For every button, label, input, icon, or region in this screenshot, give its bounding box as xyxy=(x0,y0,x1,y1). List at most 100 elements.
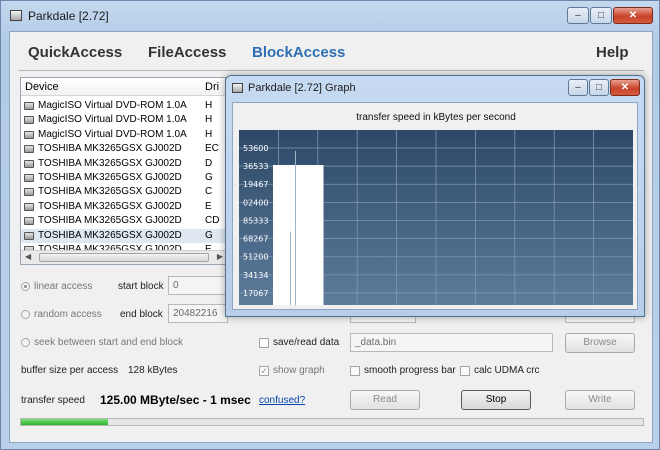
progress-bar xyxy=(20,418,644,426)
device-name: MagicISO Virtual DVD-ROM 1.0A xyxy=(38,114,187,126)
random-access-radio[interactable] xyxy=(21,310,30,319)
device-drive: G xyxy=(205,172,213,183)
y-tick-label: 53600 xyxy=(243,144,268,153)
device-row[interactable]: MagicISO Virtual DVD-ROM 1.0A H xyxy=(21,113,225,127)
stop-button[interactable]: Stop xyxy=(461,390,531,410)
scroll-right-icon[interactable]: ▶ xyxy=(217,252,223,261)
speed-bar xyxy=(318,165,324,305)
read-button[interactable]: Read xyxy=(350,390,420,410)
device-drive: H xyxy=(205,100,213,111)
linear-access-label: linear access xyxy=(34,281,93,292)
drive-icon xyxy=(24,130,34,139)
save-read-data-checkbox[interactable] xyxy=(259,338,269,348)
y-tick-label: 19467 xyxy=(243,180,268,189)
smooth-progress-checkbox[interactable] xyxy=(350,366,360,376)
graph-client-area: transfer speed in kBytes per second 5360… xyxy=(232,102,638,310)
random-access-label: random access xyxy=(34,309,102,320)
device-name: TOSHIBA MK3265GSX GJ002D xyxy=(38,215,182,227)
device-row[interactable]: TOSHIBA MK3265GSX GJ002D G xyxy=(21,171,225,185)
drive-icon xyxy=(24,102,34,110)
browse-button[interactable]: Browse xyxy=(565,333,635,353)
y-tick-label: 17067 xyxy=(243,289,268,298)
graph-close-button[interactable]: ✕ xyxy=(610,79,640,96)
seek-radio[interactable] xyxy=(21,338,30,347)
speed-bar xyxy=(298,165,304,305)
device-name: TOSHIBA MK3265GSX GJ002D xyxy=(38,157,182,169)
column-drive[interactable]: Dri xyxy=(205,81,219,93)
drive-icon xyxy=(24,116,34,125)
y-tick-label: 36533 xyxy=(243,162,268,171)
main-window: Parkdale [2.72] – □ ✕ QuickAccess FileAc… xyxy=(0,0,660,450)
end-block-field[interactable]: 20482216 xyxy=(168,304,228,323)
start-block-label: start block xyxy=(118,281,164,292)
graph-window[interactable]: Parkdale [2.72] Graph – □ ✕ transfer spe… xyxy=(225,75,645,317)
device-row[interactable]: TOSHIBA MK3265GSX GJ002D C xyxy=(21,185,225,199)
device-row[interactable]: TOSHIBA MK3265GSX GJ002D EC xyxy=(21,142,225,156)
write-button[interactable]: Write xyxy=(565,390,635,410)
device-row[interactable]: MagicISO Virtual DVD-ROM 1.0A H xyxy=(21,128,225,142)
calc-udma-checkbox[interactable] xyxy=(460,366,470,376)
device-name: MagicISO Virtual DVD-ROM 1.0A xyxy=(38,128,187,140)
graph-caption: transfer speed in kBytes per second xyxy=(356,112,516,123)
drive-icon xyxy=(24,231,34,240)
graph-minimize-button[interactable]: – xyxy=(568,79,588,96)
device-drive: D xyxy=(205,157,213,169)
file-name-field[interactable]: _data.bin xyxy=(350,333,553,352)
device-name: TOSHIBA MK3265GSX GJ002D xyxy=(38,143,182,155)
transfer-speed-value: 125.00 MByte/sec - 1 msec xyxy=(100,393,251,407)
device-drive: C xyxy=(205,186,213,198)
drive-icon xyxy=(24,217,34,226)
confused-link[interactable]: confused? xyxy=(259,395,305,406)
show-graph-checkbox[interactable]: ✓ xyxy=(259,366,269,376)
device-drive: H xyxy=(205,128,213,140)
app-icon xyxy=(10,10,22,21)
menu-quick-access[interactable]: QuickAccess xyxy=(28,44,122,61)
speed-bar xyxy=(308,165,314,305)
device-name: MagicISO Virtual DVD-ROM 1.0A xyxy=(38,100,187,111)
device-drive: EC xyxy=(205,143,219,155)
device-list-header: Device Dri xyxy=(21,78,225,96)
horizontal-scrollbar[interactable]: ◀ ▶ xyxy=(21,250,225,264)
menu-block-access[interactable]: BlockAccess xyxy=(252,44,345,61)
device-row[interactable]: TOSHIBA MK3265GSX GJ002D E xyxy=(21,200,225,214)
menu-help[interactable]: Help xyxy=(596,44,629,61)
y-tick-label: 34134 xyxy=(243,271,268,280)
linear-access-radio[interactable] xyxy=(21,282,30,291)
graph-maximize-button[interactable]: □ xyxy=(589,79,609,96)
device-row[interactable]: TOSHIBA MK3265GSX GJ002D CD xyxy=(21,214,225,228)
device-list[interactable]: Device Dri MagicISO Virtual DVD-ROM 1.0A… xyxy=(20,77,226,265)
buffer-size-label: buffer size per access xyxy=(21,365,119,376)
device-drive: CD xyxy=(205,215,220,227)
drive-icon xyxy=(24,145,34,154)
speed-bar xyxy=(303,165,309,305)
drive-icon xyxy=(24,188,34,197)
device-drive: E xyxy=(205,200,212,212)
speed-bar xyxy=(273,165,279,305)
device-row[interactable]: TOSHIBA MK3265GSX GJ002D D xyxy=(21,157,225,171)
scroll-left-icon[interactable]: ◀ xyxy=(25,252,31,261)
start-block-field[interactable]: 0 xyxy=(168,276,228,295)
column-device[interactable]: Device xyxy=(25,81,59,93)
menu-file-access[interactable]: FileAccess xyxy=(148,44,226,61)
device-drive: G xyxy=(205,229,213,241)
device-name: TOSHIBA MK3265GSX GJ002D xyxy=(38,229,182,241)
minimize-button[interactable]: – xyxy=(567,7,589,24)
y-tick-label: 02400 xyxy=(243,198,268,207)
speed-bar xyxy=(278,165,284,305)
device-row[interactable]: TOSHIBA MK3265GSX GJ002D G xyxy=(21,228,225,243)
device-name: TOSHIBA MK3265GSX GJ002D xyxy=(38,172,182,183)
close-button[interactable]: ✕ xyxy=(613,7,653,24)
speed-bar xyxy=(313,165,319,305)
speed-bar xyxy=(283,165,289,305)
show-graph-label: show graph xyxy=(273,365,325,376)
seek-label: seek between start and end block xyxy=(34,337,183,348)
graph-window-title: Parkdale [2.72] Graph xyxy=(248,82,356,94)
window-title: Parkdale [2.72] xyxy=(28,9,109,23)
y-tick-label: 85333 xyxy=(243,216,268,225)
transfer-speed-label: transfer speed xyxy=(21,395,85,406)
progress-bar-fill xyxy=(21,419,109,425)
scrollbar-thumb[interactable] xyxy=(39,253,209,262)
maximize-button[interactable]: □ xyxy=(590,7,612,24)
device-row[interactable]: MagicISO Virtual DVD-ROM 1.0A H xyxy=(21,99,225,113)
device-name: TOSHIBA MK3265GSX GJ002D xyxy=(38,186,182,198)
